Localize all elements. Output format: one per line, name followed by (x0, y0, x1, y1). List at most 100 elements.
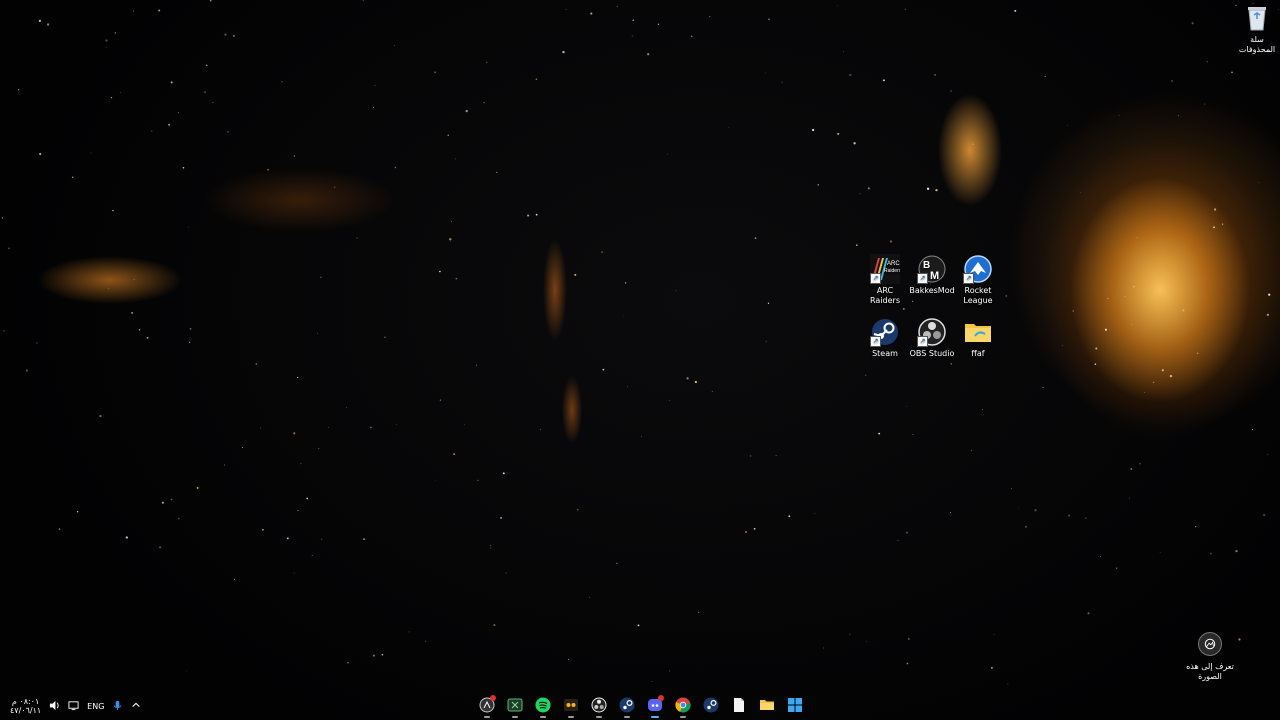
star (837, 132, 840, 135)
system-tray: ٠٨:٠١ م ٤٧/٠٦/١١ ENG (10, 696, 141, 716)
star (39, 152, 42, 156)
shortcut-arrow-icon: ↗ (917, 336, 928, 347)
star (912, 433, 914, 435)
star (574, 273, 577, 276)
star (356, 237, 358, 239)
star (1206, 61, 1208, 63)
taskbar-file-explorer[interactable] (756, 694, 778, 716)
star (71, 176, 74, 178)
star (138, 329, 141, 331)
desktop-icon-rocket-league[interactable]: ↗ Rocket League (954, 254, 1002, 306)
star (384, 336, 386, 338)
clock[interactable]: ٠٨:٠١ م ٤٧/٠٦/١١ (10, 697, 41, 715)
svg-text:Raiders: Raiders (884, 268, 900, 274)
star (904, 8, 906, 10)
star (589, 596, 590, 598)
star (490, 545, 492, 547)
taskbar-app-1[interactable] (476, 694, 498, 718)
taskbar-game-app[interactable] (560, 694, 582, 718)
star (76, 510, 79, 513)
star (1196, 352, 1199, 355)
star (119, 91, 121, 93)
star (1214, 208, 1217, 211)
steam-icon (703, 697, 719, 713)
star (8, 247, 10, 250)
star (434, 71, 437, 74)
star (767, 302, 770, 304)
star (493, 624, 496, 627)
language-indicator[interactable]: ENG (87, 702, 104, 711)
desktop-icon-bakkesmod[interactable]: B M ↗ BakkesMod (908, 254, 956, 296)
star (485, 61, 488, 64)
star (131, 311, 134, 314)
star (286, 537, 289, 540)
star (1251, 429, 1253, 431)
star (110, 96, 113, 99)
star (1072, 310, 1074, 312)
desktop-icon-label: ARC Raiders (870, 286, 900, 305)
running-indicator (512, 716, 518, 718)
star (950, 512, 952, 513)
star (623, 316, 624, 317)
star (447, 134, 449, 136)
star (477, 479, 479, 482)
taskbar-steam-2[interactable] (700, 694, 722, 716)
chevron-up-icon[interactable] (131, 700, 141, 712)
xbox-icon (507, 698, 523, 712)
microphone-icon[interactable] (112, 700, 123, 713)
star (882, 79, 885, 82)
star (765, 72, 767, 74)
star (424, 640, 427, 642)
star (753, 527, 756, 530)
star (647, 53, 650, 56)
star (38, 19, 42, 23)
star (749, 455, 752, 457)
svg-text:ARC: ARC (887, 261, 900, 267)
star (1118, 115, 1120, 116)
star (1266, 313, 1269, 316)
star (1235, 549, 1238, 553)
star (669, 670, 671, 672)
taskbar-discord[interactable] (644, 694, 666, 718)
taskbar-notepad[interactable] (728, 694, 750, 716)
star (602, 368, 605, 371)
star (1, 217, 3, 219)
taskbar-obs[interactable] (588, 694, 610, 718)
star (151, 130, 153, 132)
star (1182, 309, 1185, 312)
taskbar-xbox[interactable] (504, 694, 526, 718)
star (161, 501, 164, 504)
star (1177, 115, 1179, 117)
star (1152, 381, 1155, 384)
taskbar-spotify[interactable] (532, 694, 554, 718)
taskbar-chrome[interactable] (672, 694, 694, 718)
star (1104, 328, 1107, 331)
recycle-bin-label: سلة المحذوفات (1238, 35, 1276, 54)
shortcut-arrow-icon: ↗ (870, 273, 881, 284)
recycle-bin[interactable]: سلة المحذوفات (1236, 4, 1278, 55)
star (1231, 71, 1233, 74)
star (168, 123, 171, 126)
star (178, 518, 180, 520)
star (902, 307, 905, 310)
star (865, 374, 867, 376)
desktop-icon-obs-studio[interactable]: ↗ OBS Studio (908, 317, 956, 359)
star (1095, 347, 1098, 350)
learn-about-picture[interactable]: تعرف إلى هذه الصورة (1186, 632, 1234, 682)
star (616, 562, 618, 564)
star (709, 16, 711, 18)
star (1014, 9, 1017, 12)
volume-icon[interactable] (49, 700, 60, 713)
star (694, 380, 698, 384)
desktop-icon-ffaf[interactable]: ffaf (954, 317, 1002, 359)
taskbar-start[interactable] (784, 694, 806, 716)
star (765, 340, 767, 342)
star (1258, 182, 1260, 183)
network-icon[interactable] (68, 700, 79, 713)
desktop-icon-arc-raiders[interactable]: ARC Raiders ↗ ARC Raiders (861, 254, 909, 306)
star (46, 23, 50, 26)
taskbar-steam[interactable] (616, 694, 638, 718)
star (58, 528, 61, 530)
desktop-icon-steam[interactable]: ↗ Steam (861, 317, 909, 359)
star (449, 238, 452, 241)
